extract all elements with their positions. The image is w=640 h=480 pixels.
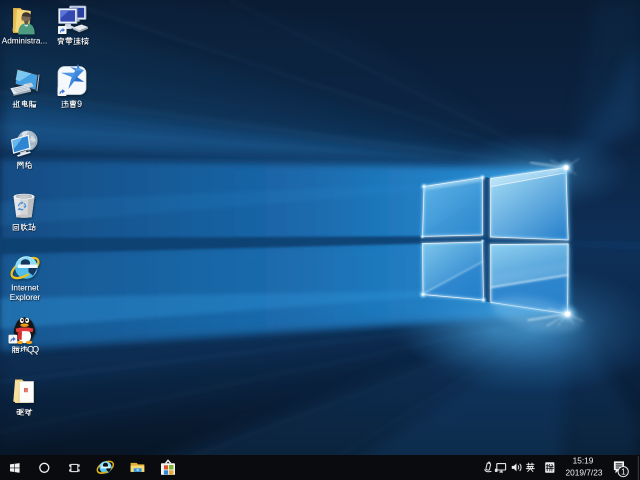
svg-text:15:19: 15:19	[573, 455, 594, 465]
svg-text:Administra...: Administra...	[2, 37, 48, 46]
svg-text:1: 1	[621, 468, 626, 477]
svg-text:Explorer: Explorer	[10, 293, 41, 302]
svg-text:9: 9	[77, 99, 82, 109]
svg-text:2019/7/23: 2019/7/23	[566, 468, 603, 478]
svg-text:Q: Q	[32, 345, 39, 355]
svg-text:Internet: Internet	[11, 283, 39, 292]
